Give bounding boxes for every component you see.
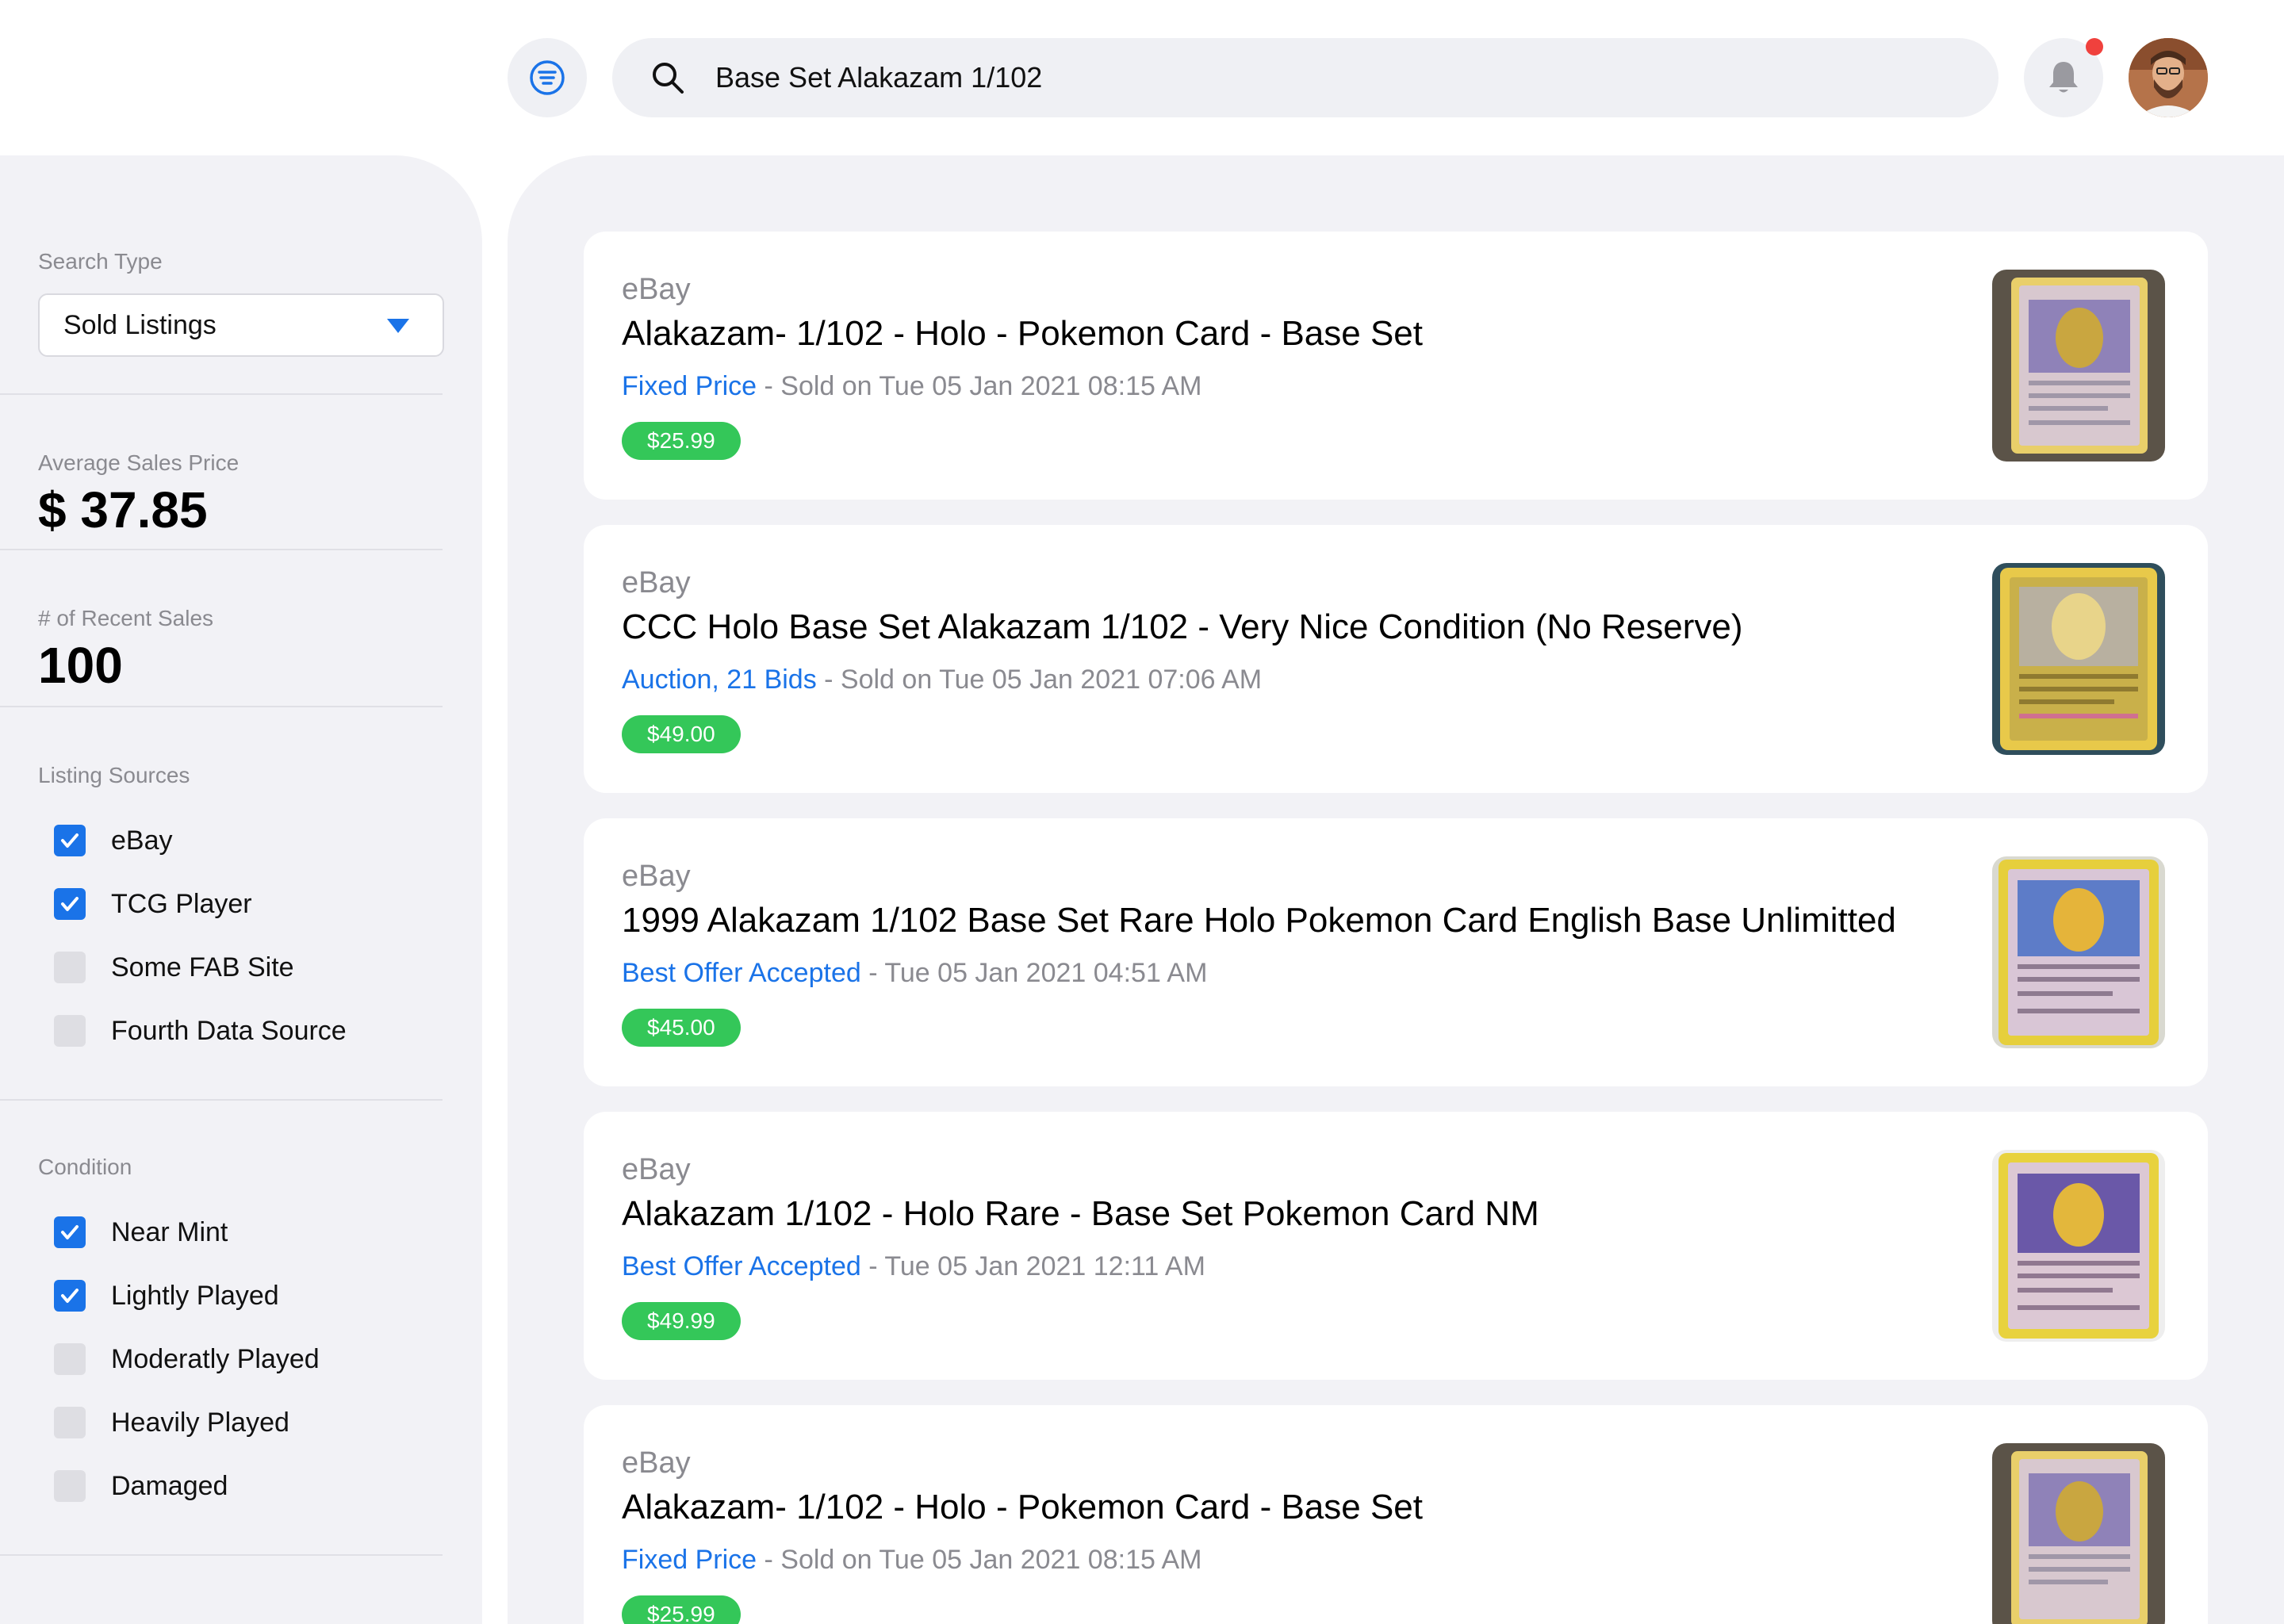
checkbox[interactable] [54, 1343, 86, 1375]
search-type-label: Search Type [38, 249, 163, 274]
checkbox[interactable] [54, 1015, 86, 1047]
checkbox[interactable] [54, 1216, 86, 1248]
condition-option-lightly-played[interactable]: Lightly Played [54, 1278, 279, 1313]
listing-source: eBay [622, 1446, 691, 1480]
listing-source: eBay [622, 273, 691, 306]
condition-label: Condition [38, 1155, 132, 1179]
condition-label-text: Lightly Played [111, 1280, 279, 1311]
listing-card[interactable]: eBay CCC Holo Base Set Alakazam 1/102 - … [584, 525, 2208, 793]
listing-meta: Best Offer Accepted - Tue 05 Jan 2021 04… [622, 958, 1207, 989]
condition-label-text: Near Mint [111, 1216, 228, 1247]
listing-thumbnail[interactable] [1992, 563, 2165, 755]
checkbox[interactable] [54, 1280, 86, 1312]
listing-meta: Fixed Price - Sold on Tue 05 Jan 2021 08… [622, 371, 1201, 402]
listing-source: eBay [622, 860, 691, 893]
condition-option-moderately-played[interactable]: Moderatly Played [54, 1342, 320, 1377]
divider [0, 1554, 443, 1556]
filter-icon [530, 60, 565, 95]
price-badge: $25.99 [622, 1595, 741, 1624]
listing-title[interactable]: Alakazam 1/102 - Holo Rare - Base Set Po… [622, 1194, 1539, 1234]
chevron-down-icon [387, 319, 409, 333]
check-icon [61, 833, 79, 848]
search-icon [650, 60, 685, 95]
divider [0, 706, 443, 707]
avg-price-label: Average Sales Price [38, 450, 240, 475]
listing-date: - Sold on Tue 05 Jan 2021 07:06 AM [816, 665, 1263, 695]
source-option-fourth-data-source[interactable]: Fourth Data Source [54, 1013, 347, 1048]
condition-label-text: Damaged [111, 1470, 228, 1501]
listing-thumbnail[interactable] [1992, 270, 2165, 462]
notification-badge [2086, 38, 2103, 56]
avatar[interactable] [2129, 38, 2208, 117]
listing-card[interactable]: eBay Alakazam- 1/102 - Holo - Pokemon Ca… [584, 1405, 2208, 1624]
source-option-tcg-player[interactable]: TCG Player [54, 887, 252, 921]
listing-type: Fixed Price [622, 1545, 757, 1575]
bell-icon [2049, 62, 2078, 93]
check-icon [61, 1225, 79, 1239]
checkbox[interactable] [54, 888, 86, 920]
checkbox[interactable] [54, 1470, 86, 1502]
sources-label: Listing Sources [38, 763, 190, 787]
listing-title[interactable]: Alakazam- 1/102 - Holo - Pokemon Card - … [622, 1488, 1423, 1527]
listing-card[interactable]: eBay 1999 Alakazam 1/102 Base Set Rare H… [584, 818, 2208, 1086]
checkbox[interactable] [54, 825, 86, 856]
divider [0, 393, 443, 395]
condition-label-text: Heavily Played [111, 1407, 289, 1438]
check-icon [61, 897, 79, 911]
source-label: Fourth Data Source [111, 1015, 347, 1046]
listing-date: - Tue 05 Jan 2021 12:11 AM [860, 1251, 1205, 1281]
listings-panel: eBay Alakazam- 1/102 - Holo - Pokemon Ca… [508, 155, 2284, 1624]
listing-date: - Sold on Tue 05 Jan 2021 08:15 AM [757, 371, 1202, 401]
source-label: TCG Player [111, 888, 252, 919]
source-option-some-fab-site[interactable]: Some FAB Site [54, 950, 294, 985]
search-input[interactable] [715, 54, 1998, 102]
price-badge: $49.99 [622, 1302, 741, 1340]
avg-price-value: $ 37.85 [38, 481, 208, 538]
price-badge: $45.00 [622, 1009, 741, 1047]
listing-source: eBay [622, 1153, 691, 1186]
price-badge: $25.99 [622, 422, 741, 460]
search-type-select[interactable]: Sold Listings [38, 293, 444, 357]
listing-title[interactable]: CCC Holo Base Set Alakazam 1/102 - Very … [622, 607, 1743, 647]
listing-title[interactable]: Alakazam- 1/102 - Holo - Pokemon Card - … [622, 314, 1423, 354]
listing-meta: Fixed Price - Sold on Tue 05 Jan 2021 08… [622, 1545, 1201, 1576]
listing-meta: Best Offer Accepted - Tue 05 Jan 2021 12… [622, 1251, 1205, 1282]
source-label: Some FAB Site [111, 952, 294, 982]
listing-type: Fixed Price [622, 371, 757, 401]
listing-source: eBay [622, 566, 691, 599]
checkbox[interactable] [54, 1407, 86, 1438]
search-bar[interactable] [612, 38, 1998, 117]
price-badge: $49.00 [622, 715, 741, 753]
listing-date: - Tue 05 Jan 2021 04:51 AM [860, 958, 1208, 988]
condition-option-damaged[interactable]: Damaged [54, 1469, 228, 1503]
listing-date: - Sold on Tue 05 Jan 2021 08:15 AM [757, 1545, 1202, 1575]
sidebar: Search Type Sold Listings Average Sales … [0, 155, 482, 1624]
listing-card[interactable]: eBay Alakazam- 1/102 - Holo - Pokemon Ca… [584, 232, 2208, 500]
recent-sales-label: # of Recent Sales [38, 606, 214, 630]
listing-thumbnail[interactable] [1992, 1150, 2165, 1342]
source-label: eBay [111, 825, 173, 856]
condition-option-heavily-played[interactable]: Heavily Played [54, 1405, 289, 1440]
listing-type: Best Offer Accepted [622, 1251, 861, 1281]
divider [0, 1099, 443, 1101]
listing-thumbnail[interactable] [1992, 1443, 2165, 1624]
condition-label-text: Moderatly Played [111, 1343, 320, 1374]
check-icon [61, 1289, 79, 1303]
listing-card[interactable]: eBay Alakazam 1/102 - Holo Rare - Base S… [584, 1112, 2208, 1380]
source-option-ebay[interactable]: eBay [54, 823, 173, 858]
listing-title[interactable]: 1999 Alakazam 1/102 Base Set Rare Holo P… [622, 901, 1896, 940]
listing-type: Best Offer Accepted [622, 958, 861, 988]
listing-meta: Auction, 21 Bids - Sold on Tue 05 Jan 20… [622, 665, 1262, 695]
recent-sales-value: 100 [38, 637, 123, 694]
divider [0, 549, 443, 550]
condition-option-near-mint[interactable]: Near Mint [54, 1215, 228, 1250]
listing-type: Auction, 21 Bids [622, 665, 817, 695]
search-type-value: Sold Listings [63, 309, 217, 340]
checkbox[interactable] [54, 952, 86, 983]
filter-button[interactable] [508, 38, 587, 117]
listing-thumbnail[interactable] [1992, 856, 2165, 1048]
